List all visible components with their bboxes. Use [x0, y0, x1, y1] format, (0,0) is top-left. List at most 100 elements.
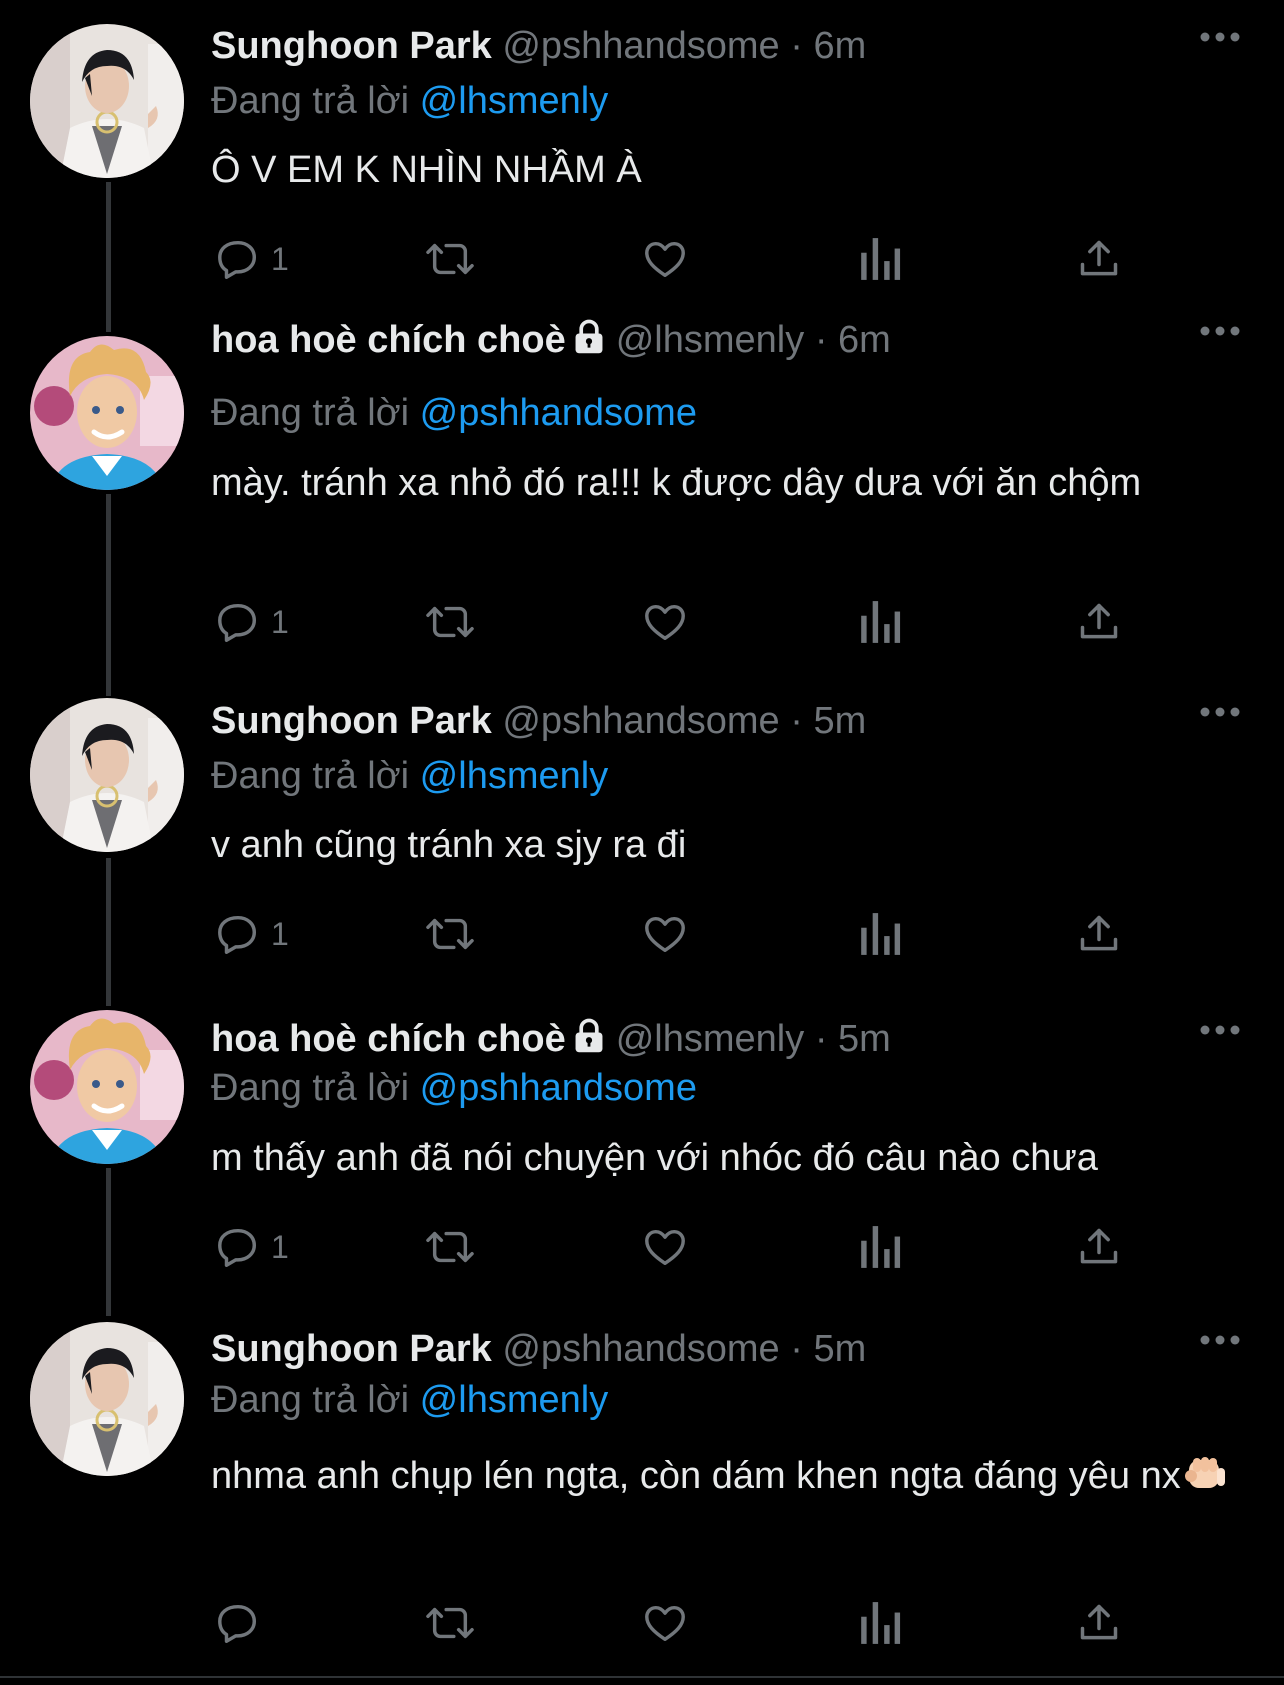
username[interactable]: @lhsmenly — [616, 319, 805, 361]
thread-line — [106, 182, 111, 332]
replying-to-label: Đang trả lời — [211, 392, 410, 434]
reply-button[interactable]: 1 — [215, 234, 289, 284]
ken-avatar — [30, 336, 184, 490]
share-button[interactable] — [1077, 234, 1121, 284]
share-icon — [1080, 240, 1118, 276]
more-icon[interactable] — [1200, 30, 1240, 44]
reply-icon — [218, 240, 257, 279]
display-name[interactable]: Sunghoon Park — [211, 700, 492, 742]
analytics-icon — [861, 238, 901, 280]
separator: · — [814, 1018, 828, 1060]
display-name[interactable]: hoa hoè chích choè — [211, 1018, 566, 1060]
avatar[interactable] — [30, 336, 184, 490]
like-button[interactable] — [641, 597, 689, 647]
views-button[interactable] — [859, 1222, 901, 1272]
reply-count: 1 — [271, 1228, 289, 1265]
share-button[interactable] — [1077, 1598, 1121, 1648]
reply-button[interactable]: 1 — [215, 909, 289, 959]
action-bar — [211, 1598, 1131, 1648]
replying-to-label: Đang trả lời — [211, 755, 410, 797]
views-button[interactable] — [859, 909, 901, 959]
separator: · — [814, 319, 828, 361]
retweet-button[interactable] — [425, 1222, 475, 1272]
action-bar: 1 — [211, 909, 1131, 959]
heart-icon — [645, 916, 685, 953]
mention-link[interactable]: @lhsmenly — [420, 1379, 609, 1421]
sunghoon-avatar — [30, 24, 184, 178]
tweet-text: mày. tránh xa nhỏ đó ra!!! k được dây dư… — [211, 462, 1142, 504]
username[interactable]: @pshhandsome — [502, 700, 779, 742]
retweet-icon — [426, 918, 474, 950]
retweet-icon — [426, 243, 474, 275]
reply-icon — [218, 1228, 257, 1267]
more-icon[interactable] — [1200, 1333, 1240, 1347]
sunghoon-avatar — [30, 698, 184, 852]
replying-to: Đang trả lời @lhsmenly — [211, 78, 608, 124]
reply-button[interactable] — [215, 1598, 271, 1648]
share-button[interactable] — [1077, 597, 1121, 647]
share-button[interactable] — [1077, 1222, 1121, 1272]
timestamp[interactable]: 5m — [813, 1328, 866, 1370]
mention-link[interactable]: @lhsmenly — [420, 755, 609, 797]
analytics-icon — [861, 1602, 901, 1644]
replying-to: Đang trả lời @pshhandsome — [211, 1065, 697, 1111]
views-button[interactable] — [859, 234, 901, 284]
analytics-icon — [861, 913, 901, 955]
reply-count: 1 — [271, 603, 289, 640]
action-bar: 1 — [211, 597, 1131, 647]
more-icon[interactable] — [1200, 1023, 1240, 1037]
display-name[interactable]: hoa hoè chích choè — [211, 319, 566, 361]
replying-to-label: Đang trả lời — [211, 80, 410, 122]
username[interactable]: @pshhandsome — [502, 1328, 779, 1370]
heart-icon — [645, 604, 685, 641]
views-button[interactable] — [859, 1598, 901, 1648]
mention-link[interactable]: @lhsmenly — [420, 80, 609, 122]
timestamp[interactable]: 5m — [838, 1018, 891, 1060]
like-button[interactable] — [641, 234, 689, 284]
retweet-button[interactable] — [425, 234, 475, 284]
share-icon — [1080, 915, 1118, 951]
reply-button[interactable]: 1 — [215, 1222, 289, 1272]
tweet-text: v anh cũng tránh xa sjy ra đi — [211, 824, 687, 866]
more-icon[interactable] — [1200, 705, 1240, 719]
timestamp[interactable]: 6m — [813, 25, 866, 67]
timestamp[interactable]: 5m — [813, 700, 866, 742]
avatar[interactable] — [30, 1010, 184, 1164]
username[interactable]: @pshhandsome — [502, 25, 779, 67]
tweet-header: Sunghoon Park @pshhandsome · 6m — [211, 23, 1164, 69]
share-button[interactable] — [1077, 909, 1121, 959]
replying-to: Đang trả lời @lhsmenly — [211, 753, 608, 799]
views-button[interactable] — [859, 597, 901, 647]
heart-icon — [645, 1605, 685, 1642]
like-button[interactable] — [641, 1222, 689, 1272]
username[interactable]: @lhsmenly — [616, 1018, 805, 1060]
avatar[interactable] — [30, 698, 184, 852]
retweet-button[interactable] — [425, 909, 475, 959]
tweet-text-content: nhma anh chụp lén ngta, còn dám khen ngt… — [211, 1455, 1181, 1497]
action-bar: 1 — [211, 1222, 1131, 1272]
retweet-button[interactable] — [425, 597, 475, 647]
like-button[interactable] — [641, 1598, 689, 1648]
like-button[interactable] — [641, 909, 689, 959]
retweet-button[interactable] — [425, 1598, 475, 1648]
retweet-icon — [426, 1231, 474, 1263]
thread-line — [106, 1168, 111, 1316]
tweet-header: Sunghoon Park @pshhandsome · 5m — [211, 1326, 1164, 1372]
reply-button[interactable]: 1 — [215, 597, 289, 647]
mention-link[interactable]: @pshhandsome — [420, 1067, 697, 1109]
tweet-header: hoa hoè chích choè @lhsmenly · 6m — [211, 317, 1164, 367]
timestamp[interactable]: 6m — [838, 319, 891, 361]
tweet-text: m thấy anh đã nói chuyện với nhóc đó câu… — [211, 1137, 1098, 1179]
avatar[interactable] — [30, 24, 184, 178]
retweet-icon — [426, 1607, 474, 1639]
more-icon[interactable] — [1200, 324, 1240, 338]
analytics-icon — [861, 1226, 901, 1268]
display-name[interactable]: Sunghoon Park — [211, 25, 492, 67]
replying-to-label: Đang trả lời — [211, 1067, 410, 1109]
heart-icon — [645, 1229, 685, 1266]
analytics-icon — [861, 601, 901, 643]
mention-link[interactable]: @pshhandsome — [420, 392, 697, 434]
display-name[interactable]: Sunghoon Park — [211, 1328, 492, 1370]
ken-avatar — [30, 1010, 184, 1164]
avatar[interactable] — [30, 1322, 184, 1476]
